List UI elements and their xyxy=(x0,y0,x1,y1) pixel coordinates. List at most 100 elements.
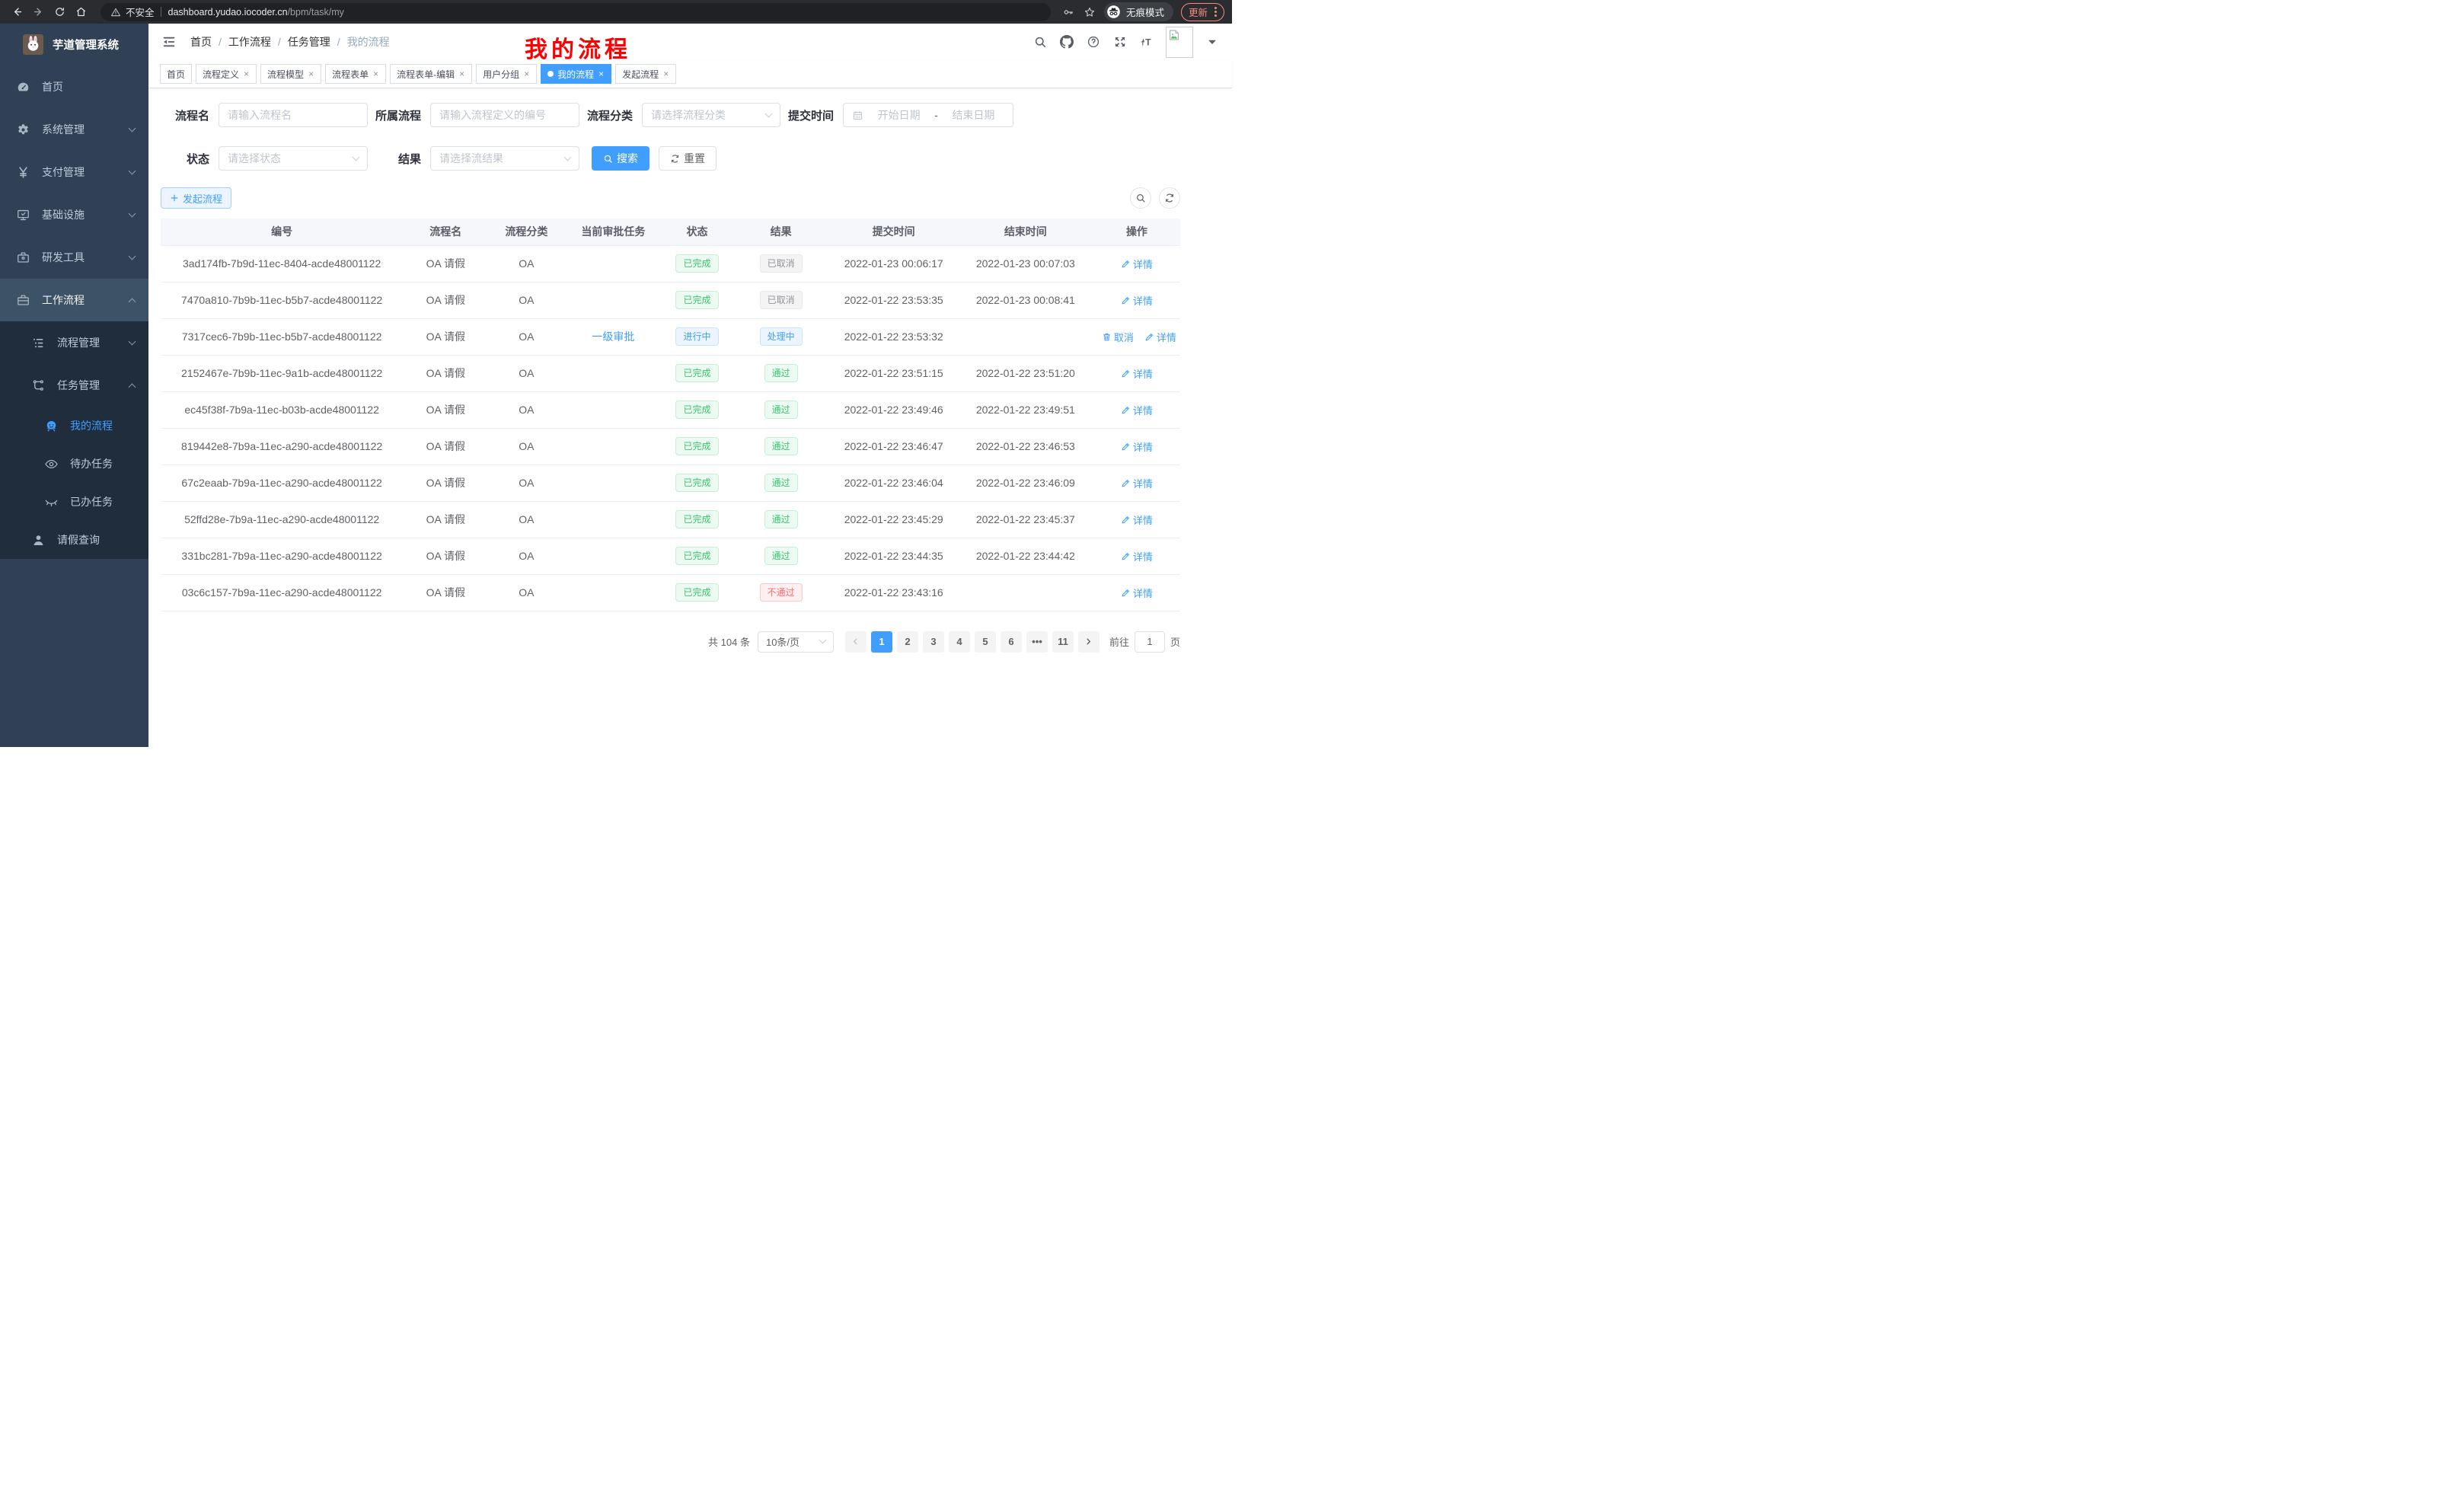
process-definition-input[interactable] xyxy=(430,103,579,127)
page-button-4[interactable]: 4 xyxy=(949,631,970,653)
tab-流程定义[interactable]: 流程定义× xyxy=(196,64,257,84)
sidebar-item-workflow[interactable]: 工作流程 xyxy=(0,279,148,321)
sidebar-item-leave-query[interactable]: 请假查询 xyxy=(0,521,148,559)
prev-page-button[interactable] xyxy=(845,631,867,653)
process-name-input[interactable] xyxy=(219,103,368,127)
cell-end-time: 2022-01-22 23:46:53 xyxy=(958,428,1093,464)
date-range-picker[interactable]: 开始日期 - 结束日期 xyxy=(843,103,1013,127)
tab-流程模型[interactable]: 流程模型 × xyxy=(260,64,321,84)
help-icon[interactable] xyxy=(1086,34,1101,49)
show-search-button[interactable] xyxy=(1130,187,1151,209)
category-select[interactable]: 请选择流程分类 xyxy=(642,103,780,127)
close-icon[interactable]: × xyxy=(458,69,465,78)
detail-action[interactable]: 详情 xyxy=(1144,330,1176,344)
detail-action[interactable]: 详情 xyxy=(1121,403,1153,417)
sidebar-item-pay[interactable]: 支付管理 xyxy=(0,151,148,193)
detail-action[interactable]: 详情 xyxy=(1121,366,1153,381)
search-icon[interactable] xyxy=(1033,34,1048,49)
font-size-icon[interactable]: TT xyxy=(1139,34,1154,49)
cell-result: 处理中 xyxy=(732,318,830,355)
tab-流程表单-编辑[interactable]: 流程表单-编辑× xyxy=(390,64,472,84)
result-badge: 已取消 xyxy=(760,254,803,273)
sidebar-item-todo-task[interactable]: 待办任务 xyxy=(0,445,148,483)
breadcrumb-separator: / xyxy=(219,36,222,48)
user-avatar[interactable] xyxy=(1166,27,1193,58)
browser-home-button[interactable] xyxy=(72,3,90,21)
breadcrumb-item[interactable]: 首页 xyxy=(190,34,212,49)
page-button-5[interactable]: 5 xyxy=(975,631,996,653)
app-logo-row: 芋道管理系统 xyxy=(0,24,148,65)
update-button[interactable]: 更新 xyxy=(1181,3,1224,21)
url-host: dashboard.yudao.iocoder.cn xyxy=(168,7,288,18)
next-page-button[interactable] xyxy=(1078,631,1100,653)
cell-current-task xyxy=(564,355,662,391)
tab-发起流程[interactable]: 发起流程× xyxy=(615,64,676,84)
browser-reload-button[interactable] xyxy=(50,3,69,21)
tab-首页[interactable]: 首页 xyxy=(160,64,192,84)
breadcrumb-item[interactable]: 任务管理 xyxy=(288,34,330,49)
close-icon[interactable]: × xyxy=(308,69,314,78)
page-ellipsis[interactable]: ••• xyxy=(1026,631,1048,653)
result-select[interactable]: 请选择流结果 xyxy=(430,146,579,171)
cancel-action[interactable]: 取消 xyxy=(1102,330,1134,344)
avatar-caret-icon[interactable] xyxy=(1205,34,1220,49)
sidebar-item-my-process[interactable]: 我的流程 xyxy=(0,407,148,445)
close-icon[interactable]: × xyxy=(523,69,530,78)
cell-actions: 详情 xyxy=(1093,355,1180,391)
cell-current-task xyxy=(564,282,662,318)
bookmark-star-icon[interactable] xyxy=(1083,5,1096,19)
page-button-6[interactable]: 6 xyxy=(1001,631,1022,653)
detail-action[interactable]: 详情 xyxy=(1121,439,1153,454)
close-icon[interactable]: × xyxy=(243,69,250,78)
page-button-2[interactable]: 2 xyxy=(897,631,918,653)
cell-id: 03c6c157-7b9a-11ec-a290-acde48001122 xyxy=(161,574,403,611)
tab-用户分组[interactable]: 用户分组× xyxy=(476,64,537,84)
detail-action[interactable]: 详情 xyxy=(1121,476,1153,490)
github-icon[interactable] xyxy=(1059,34,1074,49)
tab-我的流程[interactable]: 我的流程× xyxy=(541,64,611,84)
page-button-11[interactable]: 11 xyxy=(1052,631,1074,653)
tab-label: 流程模型 xyxy=(267,68,304,81)
close-icon[interactable]: × xyxy=(372,69,379,78)
close-icon[interactable]: × xyxy=(598,69,605,78)
detail-action[interactable]: 详情 xyxy=(1121,512,1153,527)
sidebar-item-done-task[interactable]: 已办任务 xyxy=(0,483,148,521)
sidebar-item-system[interactable]: 系统管理 xyxy=(0,108,148,151)
cell-status: 已完成 xyxy=(662,501,732,538)
close-icon[interactable]: × xyxy=(662,69,669,78)
sidebar-item-task-mgr[interactable]: 任务管理 xyxy=(0,364,148,407)
cell-actions: 详情 xyxy=(1093,464,1180,501)
key-icon[interactable] xyxy=(1061,5,1075,19)
browser-back-button[interactable] xyxy=(8,3,26,21)
sidebar-item-infra[interactable]: 基础设施 xyxy=(0,193,148,236)
refresh-table-button[interactable] xyxy=(1159,187,1180,209)
create-process-button[interactable]: 发起流程 xyxy=(161,187,231,209)
page-button-3[interactable]: 3 xyxy=(923,631,944,653)
tab-流程表单[interactable]: 流程表单× xyxy=(325,64,386,84)
goto-page-input[interactable] xyxy=(1135,631,1165,653)
browser-forward-button[interactable] xyxy=(29,3,47,21)
status-select[interactable]: 请选择状态 xyxy=(219,146,368,171)
filter-process-name: 流程名 xyxy=(161,103,368,127)
detail-action[interactable]: 详情 xyxy=(1121,586,1153,600)
detail-action[interactable]: 详情 xyxy=(1121,549,1153,563)
search-button[interactable]: 搜索 xyxy=(592,146,650,171)
fullscreen-icon[interactable] xyxy=(1112,34,1128,49)
eyeclosed-icon xyxy=(43,495,59,509)
detail-action[interactable]: 详情 xyxy=(1121,293,1153,308)
sidebar-item-devtools[interactable]: 研发工具 xyxy=(0,236,148,279)
sidebar-collapse-icon[interactable] xyxy=(161,34,177,50)
breadcrumb-item[interactable]: 工作流程 xyxy=(228,34,271,49)
sidebar-item-process-mgr[interactable]: 流程管理 xyxy=(0,321,148,364)
address-bar[interactable]: 不安全 dashboard.yudao.iocoder.cn /bpm/task… xyxy=(101,3,1051,21)
reset-button[interactable]: 重置 xyxy=(659,146,717,171)
page-button-1[interactable]: 1 xyxy=(871,631,892,653)
page-size-select[interactable]: 10条/页 xyxy=(758,631,834,653)
browser-menu-icon[interactable] xyxy=(1214,7,1217,17)
tab-label: 首页 xyxy=(167,68,185,81)
sidebar-item-home[interactable]: 首页 xyxy=(0,65,148,108)
result-badge: 通过 xyxy=(764,474,798,492)
detail-action[interactable]: 详情 xyxy=(1121,257,1153,271)
result-badge: 通过 xyxy=(764,401,798,419)
task-link[interactable]: 一级审批 xyxy=(592,330,634,343)
